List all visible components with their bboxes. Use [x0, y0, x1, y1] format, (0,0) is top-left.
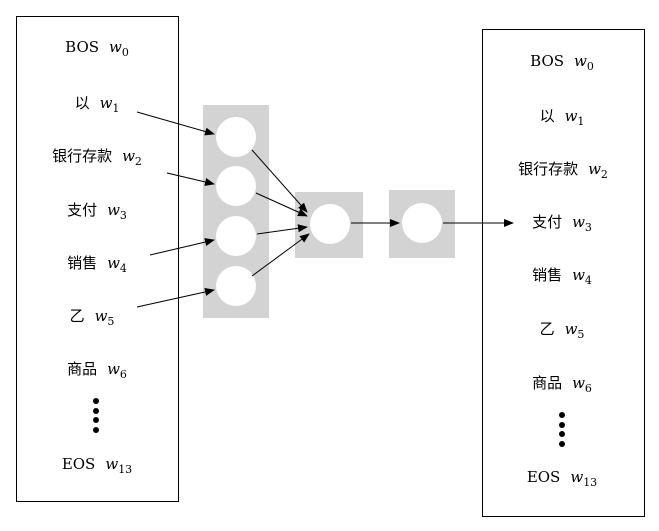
edge-w4-to-node3: [149, 238, 215, 256]
edge-w2-to-node2: [166, 172, 215, 186]
edge-node4-to-hidden: [251, 233, 310, 277]
network-edges: [136, 111, 514, 308]
edge-w5-to-node4: [136, 288, 215, 308]
edge-w1-to-node1: [136, 111, 215, 136]
edge-node2-to-hidden: [255, 192, 308, 217]
edge-node3-to-hidden: [256, 224, 308, 235]
edge-node1-to-hidden: [251, 149, 308, 213]
